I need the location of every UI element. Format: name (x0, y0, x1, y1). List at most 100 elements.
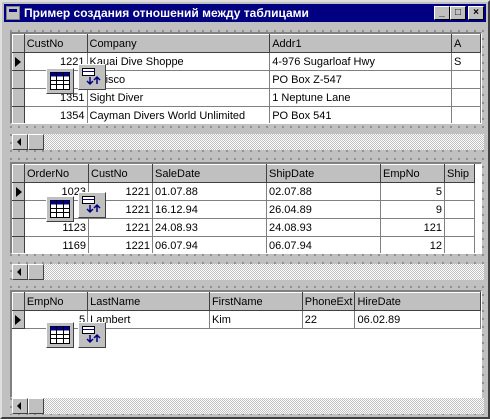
cell[interactable] (451, 106, 481, 123)
arrow-left-icon (17, 402, 21, 410)
cell[interactable]: PO Box Z-547 (269, 70, 452, 89)
employees-horizontal-scrollbar[interactable] (12, 398, 484, 414)
cell[interactable]: Sight Diver (87, 88, 271, 107)
row-indicator (12, 70, 25, 89)
row-indicator (12, 200, 25, 219)
column-header[interactable]: Addr1 (269, 34, 452, 53)
scroll-thumb[interactable] (28, 398, 44, 414)
cell[interactable]: 1221 (88, 236, 153, 253)
column-header[interactable]: LastName (87, 292, 210, 311)
row-pointer-icon (15, 186, 22, 197)
table-row[interactable]: 1169 1221 06.07.94 06.07.94 12 (12, 236, 475, 253)
cell[interactable]: 1169 (24, 236, 89, 253)
table-component-icon[interactable] (46, 68, 74, 94)
cell[interactable] (444, 182, 475, 201)
customers-horizontal-scrollbar[interactable] (12, 134, 484, 150)
cell[interactable]: 24.08.93 (266, 218, 381, 237)
window-title: Пример создания отношений между таблицам… (24, 6, 309, 20)
row-indicator (12, 218, 25, 237)
scroll-thumb[interactable] (28, 264, 44, 280)
cell[interactable]: 1354 (24, 106, 88, 123)
datasource-component-icon[interactable] (78, 192, 106, 218)
cell[interactable]: 22 (302, 310, 356, 329)
table-grid-icon (50, 326, 70, 344)
datasource-component-icon[interactable] (78, 322, 106, 348)
cell[interactable]: 12 (380, 236, 445, 253)
cell[interactable]: 01.07.88 (152, 182, 267, 201)
cell[interactable]: 26.04.89 (266, 200, 381, 219)
datasource-component-icon[interactable] (78, 64, 106, 90)
table-component-icon[interactable] (46, 322, 74, 348)
column-header[interactable]: EmpNo (23, 292, 89, 311)
table-row[interactable]: 1354 Cayman Divers World Unlimited PO Bo… (12, 106, 481, 123)
table-row[interactable]: 1123 1221 24.08.93 24.08.93 121 (12, 218, 475, 237)
cell[interactable] (451, 88, 481, 107)
cell[interactable]: 4-976 Sugarloaf Hwy (269, 52, 452, 71)
scroll-left-button[interactable] (12, 134, 28, 150)
row-pointer-icon (15, 56, 22, 67)
cell[interactable]: 06.02.89 (354, 310, 481, 329)
scroll-track[interactable] (28, 264, 484, 280)
cell[interactable]: 02.07.88 (266, 182, 381, 201)
customers-header-row: CustNo Company Addr1 A (12, 34, 481, 53)
cell[interactable]: 1 Neptune Lane (269, 88, 452, 107)
maximize-button[interactable]: □ (450, 6, 466, 20)
column-header[interactable]: A (450, 34, 481, 53)
column-header[interactable]: ShipDate (266, 164, 381, 183)
scroll-left-button[interactable] (12, 264, 28, 280)
cell[interactable]: 16.12.94 (152, 200, 267, 219)
column-header[interactable]: PhoneExt (301, 292, 356, 311)
cell[interactable]: Cayman Divers World Unlimited (87, 106, 271, 123)
arrow-left-icon (17, 138, 21, 146)
cell[interactable]: nisco (87, 70, 271, 89)
cell[interactable]: 9 (380, 200, 445, 219)
datasource-arrows-icon (82, 326, 101, 344)
datasource-arrows-icon (82, 196, 101, 214)
column-header[interactable]: EmpNo (380, 164, 445, 183)
table-component-icon[interactable] (46, 196, 74, 222)
table-grid-icon (50, 200, 70, 218)
current-row-indicator (12, 182, 25, 201)
header-indicator (12, 34, 25, 53)
cell[interactable]: Kim (209, 310, 303, 329)
cell[interactable]: 1221 (88, 218, 153, 237)
current-row-indicator (12, 52, 25, 71)
column-header[interactable]: FirstName (208, 292, 303, 311)
datasource-arrows-icon (82, 68, 101, 86)
title-bar[interactable]: Пример создания отношений между таблицам… (4, 4, 486, 22)
column-header[interactable]: HireDate (354, 292, 481, 311)
cell[interactable]: PO Box 541 (269, 106, 452, 123)
cell[interactable] (444, 200, 475, 219)
scroll-left-button[interactable] (12, 398, 28, 414)
cell[interactable]: S (451, 52, 481, 71)
scroll-track[interactable] (28, 134, 484, 150)
row-pointer-icon (15, 314, 22, 325)
cell[interactable]: 06.07.94 (152, 236, 267, 253)
cell[interactable]: 06.07.94 (266, 236, 381, 253)
scroll-thumb[interactable] (28, 134, 44, 150)
scroll-track[interactable] (28, 398, 484, 414)
minimize-button[interactable]: _ (434, 6, 450, 20)
table-row[interactable]: 1351 Sight Diver 1 Neptune Lane (12, 88, 481, 107)
cell[interactable] (444, 218, 475, 237)
cell[interactable]: 121 (380, 218, 445, 237)
column-header[interactable]: SaleDate (152, 164, 267, 183)
arrow-left-icon (17, 268, 21, 276)
close-button[interactable]: × (468, 6, 484, 20)
cell[interactable] (444, 236, 475, 253)
cell[interactable]: 24.08.93 (152, 218, 267, 237)
cell[interactable]: Kauai Dive Shoppe (87, 52, 271, 71)
cell[interactable]: 5 (380, 182, 445, 201)
cell[interactable] (451, 70, 481, 89)
app-icon[interactable] (6, 6, 20, 20)
column-header[interactable]: CustNo (23, 34, 88, 53)
column-header[interactable]: Company (86, 34, 271, 53)
column-header[interactable]: CustNo (88, 164, 153, 183)
column-header[interactable]: OrderNo (24, 164, 89, 183)
orders-header-row: OrderNo CustNo SaleDate ShipDate EmpNo S… (12, 164, 475, 183)
current-row-indicator (12, 310, 25, 329)
column-header[interactable]: Ship (444, 164, 475, 183)
orders-horizontal-scrollbar[interactable] (12, 264, 484, 280)
header-indicator (12, 292, 25, 311)
row-indicator (12, 236, 25, 253)
